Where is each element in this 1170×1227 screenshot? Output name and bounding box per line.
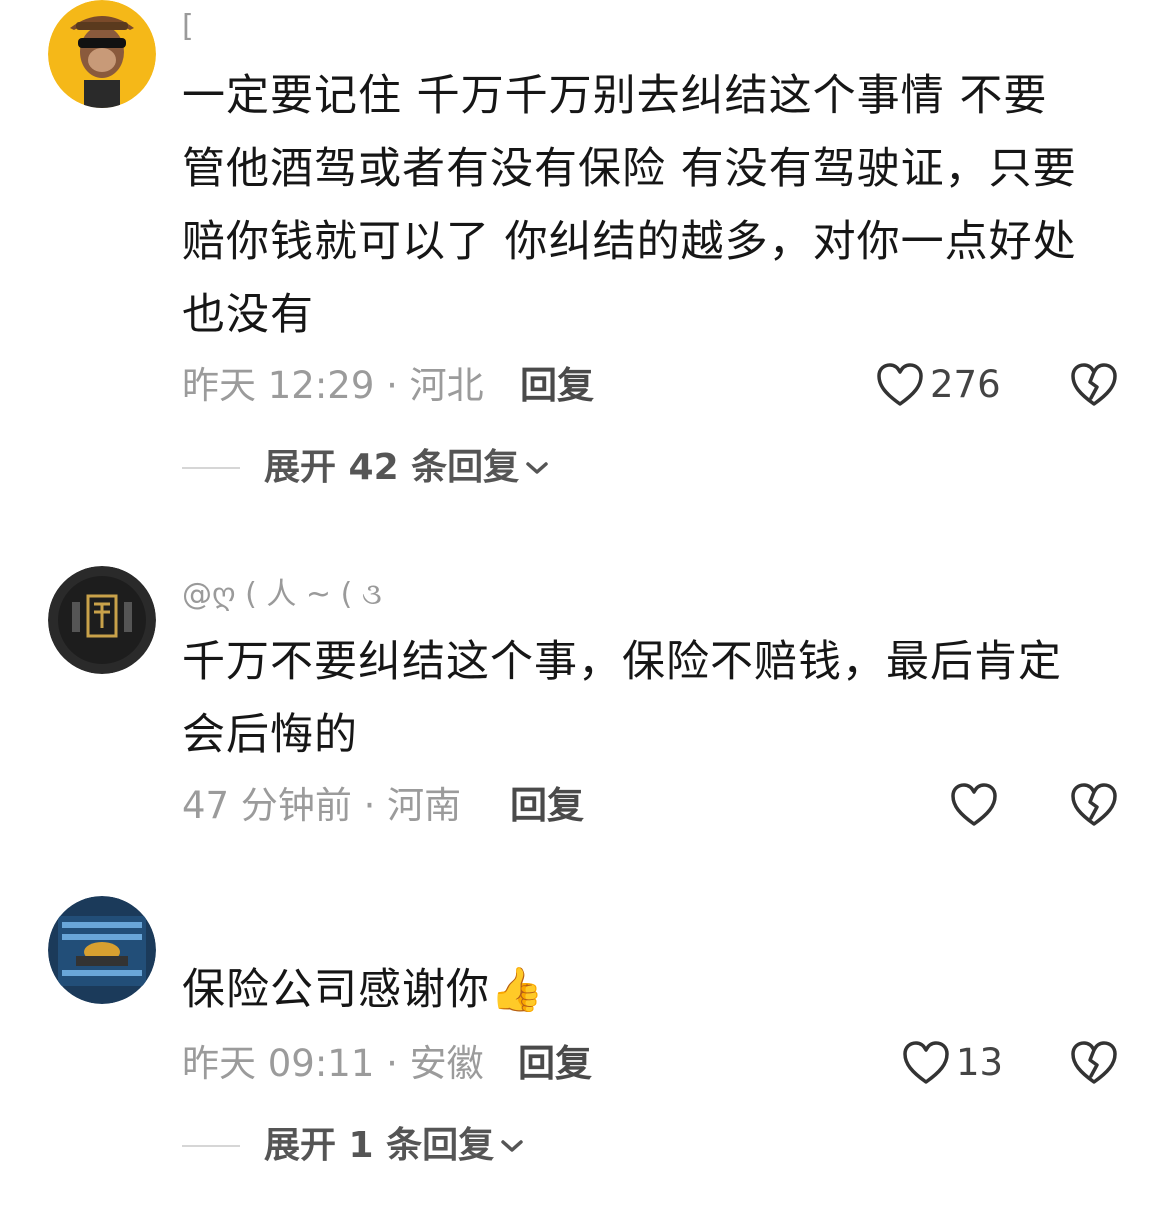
username[interactable]: @ღ ( 人 ~ ( ૩	[182, 578, 382, 612]
time-location: 昨天 09:11 · 安徽	[182, 1042, 484, 1085]
heart-outline-icon	[903, 1041, 949, 1084]
broken-heart-icon	[1071, 1041, 1117, 1084]
dislike-button[interactable]	[1070, 362, 1118, 412]
expand-replies-label: 展开 42 条回复	[264, 447, 520, 488]
comment-text: 保险公司感谢你👍	[182, 954, 1122, 1027]
expand-replies-label: 展开 1 条回复	[264, 1125, 495, 1166]
comment-text-line: 管他酒驾或者有没有保险 有没有驾驶证，只要	[182, 144, 1077, 194]
comment-text-line: 赔你钱就可以了 你纠结的越多，对你一点好处	[182, 217, 1077, 267]
like-button[interactable]	[950, 782, 998, 828]
broken-heart-icon	[1071, 363, 1117, 406]
like-count: 276	[930, 363, 1001, 406]
comment-text: 一定要记住 千万千万别去纠结这个事情 不要 管他酒驾或者有没有保险 有没有驾驶证…	[182, 60, 1122, 352]
avatar[interactable]	[48, 566, 156, 674]
time-location: 昨天 12:29 · 河北	[182, 364, 484, 407]
like-button[interactable]: 13	[902, 1040, 1003, 1086]
comment-text-line: 一定要记住 千万千万别去纠结这个事情 不要	[182, 71, 1048, 121]
reply-button[interactable]: 回复	[520, 364, 594, 408]
expand-replies-button[interactable]: 展开 42 条回复	[182, 446, 549, 490]
comment-text-line: 会后悔的	[182, 710, 358, 760]
comment-text-content: 保险公司感谢你	[182, 965, 490, 1015]
comment-text-line: 保险公司感谢你👍	[182, 954, 1122, 1027]
chevron-down-icon	[526, 462, 548, 474]
avatar[interactable]	[48, 896, 156, 1004]
divider	[182, 1145, 240, 1147]
avatar-emblem-icon	[48, 566, 156, 674]
username[interactable]: [	[182, 10, 194, 44]
time-location: 47 分钟前 · 河南	[182, 784, 462, 827]
avatar-storefront-icon	[48, 896, 156, 1004]
comment-item: @ღ ( 人 ~ ( ૩ 千万不要纠结这个事，保险不赔钱，最后肯定 会后悔的 4…	[0, 566, 1170, 866]
comment-item: [ 一定要记住 千万千万别去纠结这个事情 不要 管他酒驾或者有没有保险 有没有驾…	[0, 0, 1170, 520]
dislike-button[interactable]	[1070, 782, 1118, 832]
comment-text: 千万不要纠结这个事，保险不赔钱，最后肯定 会后悔的	[182, 626, 1122, 772]
like-count: 13	[956, 1041, 1004, 1084]
expand-replies-button[interactable]: 展开 1 条回复	[182, 1124, 524, 1168]
avatar[interactable]	[48, 0, 156, 108]
chevron-down-icon	[501, 1140, 523, 1152]
heart-outline-icon	[877, 363, 923, 406]
like-button[interactable]: 276	[876, 362, 1001, 408]
divider	[182, 467, 240, 469]
dislike-button[interactable]	[1070, 1040, 1118, 1090]
comment-text-line: 也没有	[182, 290, 314, 340]
broken-heart-icon	[1071, 783, 1117, 826]
reply-button[interactable]: 回复	[510, 784, 584, 828]
avatar-ape-icon	[48, 0, 156, 108]
comment-text-line: 千万不要纠结这个事，保险不赔钱，最后肯定	[182, 637, 1062, 687]
comment-item: 保险公司感谢你👍 昨天 09:11 · 安徽 回复 13 展开 1 条回复	[0, 896, 1170, 1196]
heart-outline-icon	[951, 783, 997, 826]
thumbs-up-emoji: 👍	[490, 965, 545, 1015]
reply-button[interactable]: 回复	[518, 1042, 592, 1086]
